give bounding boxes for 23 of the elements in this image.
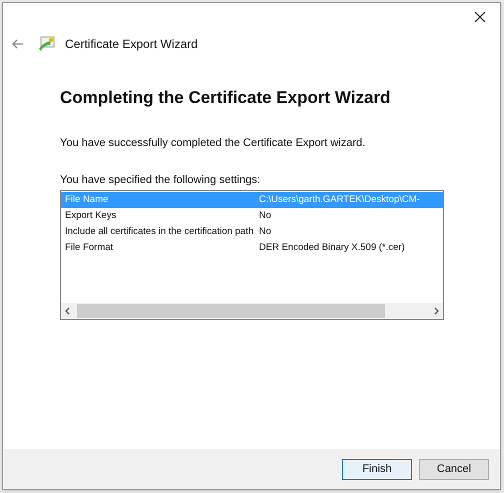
settings-label: You have specified the following settings: (60, 172, 262, 188)
setting-value: DER Encoded Binary X.509 (*.cer) (259, 240, 405, 255)
horizontal-scrollbar[interactable] (61, 303, 443, 319)
completion-message: You have successfully completed the Certificate Export wizard. (60, 136, 366, 151)
setting-name: File Name (64, 192, 110, 207)
certificate-icon (38, 36, 56, 52)
setting-name: Include all certificates in the certification path (64, 224, 255, 239)
setting-name: Export Keys (64, 208, 118, 223)
window-title: Certificate Export Wizard (65, 36, 198, 53)
close-icon (474, 11, 486, 23)
wizard-heading: Completing the Certificate Export Wizard (60, 87, 392, 109)
settings-row[interactable]: Include all certificates in the certification path No (61, 224, 443, 240)
setting-value: C:\Users\garth.GARTEK\Desktop\CM- (259, 192, 420, 207)
scrollbar-thumb[interactable] (77, 304, 385, 318)
settings-row[interactable]: File Format DER Encoded Binary X.509 (*.cer) (61, 240, 443, 256)
setting-value: No (259, 224, 272, 239)
setting-value: No (259, 208, 272, 223)
finish-button[interactable]: Finish (342, 458, 412, 480)
cancel-button[interactable]: Cancel (419, 458, 489, 480)
settings-row[interactable]: Export Keys No (61, 208, 443, 224)
back-arrow-icon (12, 39, 24, 49)
back-button[interactable] (11, 37, 25, 51)
setting-name: File Format (64, 240, 114, 255)
